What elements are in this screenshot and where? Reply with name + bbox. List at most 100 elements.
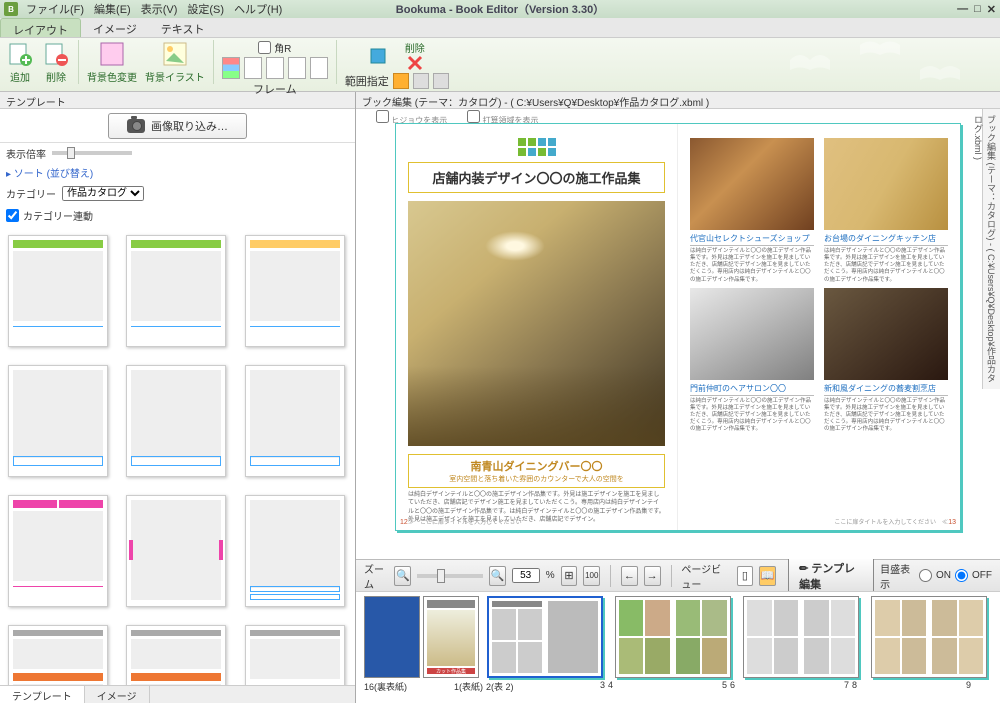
window-controls: — □ ✕ (957, 3, 996, 16)
item-desc: は純白デザインテイルと〇〇の施工デザイン作品集です。外見は施工デザインを施工を見… (690, 248, 814, 284)
bg-color-label: 背景色変更 (87, 69, 137, 84)
template-item[interactable] (245, 235, 345, 347)
import-image-button[interactable]: 画像取り込み… (108, 113, 247, 139)
template-item[interactable] (126, 365, 226, 477)
page-left[interactable]: 店舗内装デザイン〇〇の施工作品集 南青山ダイニングバー〇〇 室内空間と落ち着いた… (396, 124, 678, 530)
minimize-button[interactable]: — (957, 3, 968, 16)
item-image[interactable] (824, 138, 948, 230)
template-item[interactable] (8, 625, 108, 685)
right-header: ブック編集 (テーマ：カタログ) - ( C:¥Users¥Q¥Desktop¥… (356, 92, 1000, 109)
page-right[interactable]: 代官山セレクトシューズショップ は純白デザインテイルと〇〇の施工デザイン作品集で… (678, 124, 960, 530)
logo-squares (408, 138, 665, 146)
delete-label: 削除 (46, 69, 66, 84)
catalog-item[interactable]: 新和風ダイニングの蕎麦割烹店 は純白デザインテイルと〇〇の施工デザイン作品集です… (824, 288, 948, 434)
footer-tab-image[interactable]: イメージ (85, 686, 150, 703)
template-item[interactable] (245, 495, 345, 607)
page-thumb-back-cover[interactable] (364, 596, 420, 678)
bg-color-button[interactable]: 背景色変更 (87, 40, 137, 84)
template-item[interactable] (126, 235, 226, 347)
item-image[interactable] (824, 288, 948, 380)
sort-toggle[interactable]: ▸ ソート (並び替え) (0, 163, 355, 181)
frame-opt-2[interactable] (244, 57, 262, 79)
toc-on-radio[interactable] (919, 569, 932, 582)
footer-tab-template[interactable]: テンプレート (0, 686, 85, 703)
page-view-book[interactable]: 📖 (759, 566, 776, 586)
page-label: 8 (852, 680, 910, 693)
add-button[interactable]: 追加 (6, 40, 34, 84)
opt2-checkbox[interactable] (467, 110, 480, 123)
zoom-100-button[interactable]: 100 (583, 566, 600, 586)
delete-button[interactable]: 削除 (42, 40, 70, 84)
tab-text[interactable]: テキスト (149, 18, 217, 37)
template-item[interactable] (126, 625, 226, 685)
page-spread[interactable]: 店舗内装デザイン〇〇の施工作品集 南青山ダイニングバー〇〇 室内空間と落ち着いた… (395, 123, 961, 531)
template-edit-button[interactable]: ✏ テンプレ編集 (788, 556, 874, 596)
toc-off-radio[interactable] (955, 569, 968, 582)
footer-note-left: ≫ ここに扉タイトルを入力してください (408, 517, 522, 526)
zoom-slider[interactable] (417, 574, 483, 578)
page-thumb-cover[interactable]: カット作品集 (423, 596, 479, 678)
prev-page-button[interactable]: ← (621, 566, 638, 586)
menu-edit[interactable]: 編集(E) (90, 1, 135, 17)
display-zoom-slider[interactable] (52, 151, 132, 155)
subtitle-sub: 室内空間と落ち着いた雰囲のカウンターで大人の空間を (412, 474, 661, 484)
zoom-fit-button[interactable]: ⊞ (561, 566, 578, 586)
app-title: Bookuma - Book Editor（Version 3.30） (396, 1, 604, 17)
page-title-band[interactable]: 店舗内装デザイン〇〇の施工作品集 (408, 162, 665, 193)
ribbon-tabs: レイアウト イメージ テキスト (0, 18, 1000, 38)
category-select[interactable]: 作品カタログ (62, 186, 144, 201)
subtitle-band[interactable]: 南青山ダイニングバー〇〇 室内空間と落ち着いた雰囲のカウンターで大人の空間を (408, 454, 665, 488)
catalog-item[interactable]: 門前仲町のヘアサロン〇〇 は純白デザインテイルと〇〇の施工デザイン作品集です。外… (690, 288, 814, 434)
next-page-button[interactable]: → (644, 566, 661, 586)
zoom-in-button[interactable]: 🔍 (489, 566, 506, 586)
vertical-tab[interactable]: ブック編集 (テーマ：カタログ) - ( C:¥Users¥Q¥Desktop¥… (982, 109, 1000, 389)
item-image[interactable] (690, 288, 814, 380)
opt1-checkbox[interactable] (376, 110, 389, 123)
add-label: 追加 (10, 69, 30, 84)
page-thumb-spread-8-9[interactable] (871, 596, 987, 678)
sub-options: ヒジョウを表示 打算領域を表示 (356, 109, 1000, 123)
template-item[interactable] (8, 495, 108, 607)
page-thumb-spread-2-3[interactable] (487, 596, 603, 678)
page-thumb-spread-4-5[interactable] (615, 596, 731, 678)
tab-layout[interactable]: レイアウト (0, 18, 81, 37)
tab-image[interactable]: イメージ (81, 18, 149, 37)
page-label: 7 (791, 680, 849, 693)
range-btn-2[interactable] (413, 73, 429, 89)
corner-r-checkbox[interactable] (258, 41, 271, 54)
close-button[interactable]: ✕ (987, 3, 996, 16)
zoom-value-input[interactable] (512, 568, 540, 583)
range-btn-3[interactable] (433, 73, 449, 89)
frame-opt-3[interactable] (266, 57, 284, 79)
frame-opt-5[interactable] (310, 57, 328, 79)
item-image[interactable] (690, 138, 814, 230)
template-item[interactable] (245, 365, 345, 477)
bg-illust-button[interactable]: 背景イラスト (145, 40, 205, 84)
frame-opt-4[interactable] (288, 57, 306, 79)
menu-help[interactable]: ヘルプ(H) (230, 1, 286, 17)
right-panel: ブック編集 (テーマ：カタログ) - ( C:¥Users¥Q¥Desktop¥… (356, 92, 1000, 703)
catalog-item[interactable]: 代官山セレクトシューズショップ は純白デザインテイルと〇〇の施工デザイン作品集で… (690, 138, 814, 284)
frame-opt-1[interactable] (222, 57, 240, 79)
menu-view[interactable]: 表示(V) (137, 1, 182, 17)
template-item[interactable] (126, 495, 226, 607)
page-label: 1(表紙) (425, 680, 483, 693)
menu-file[interactable]: ファイル(F) (22, 1, 88, 17)
template-item[interactable] (8, 235, 108, 347)
hero-image[interactable] (408, 201, 665, 446)
catalog-item[interactable]: お台場のダイニングキッチン店 は純白デザインテイルと〇〇の施工デザイン作品集です… (824, 138, 948, 284)
range-btn-1[interactable] (393, 73, 409, 89)
template-item[interactable] (245, 625, 345, 685)
item-desc: は純白デザインテイルと〇〇の施工デザイン作品集です。外見は施工デザインを施工を見… (690, 398, 814, 434)
item-desc: は純白デザインテイルと〇〇の施工デザイン作品集です。外見は施工デザインを施工を見… (824, 398, 948, 434)
menu-settings[interactable]: 設定(S) (183, 1, 228, 17)
zoom-out-button[interactable]: 🔍 (394, 566, 411, 586)
template-item[interactable] (8, 365, 108, 477)
maximize-button[interactable]: □ (974, 3, 981, 16)
page-view-single[interactable]: ▯ (737, 566, 754, 586)
delete-x-icon[interactable] (407, 55, 423, 71)
template-grid[interactable] (0, 225, 355, 685)
category-link-checkbox[interactable] (6, 209, 19, 222)
page-thumb-spread-6-7[interactable] (743, 596, 859, 678)
canvas-area[interactable]: 店舗内装デザイン〇〇の施工作品集 南青山ダイニングバー〇〇 室内空間と落ち着いた… (356, 123, 1000, 559)
